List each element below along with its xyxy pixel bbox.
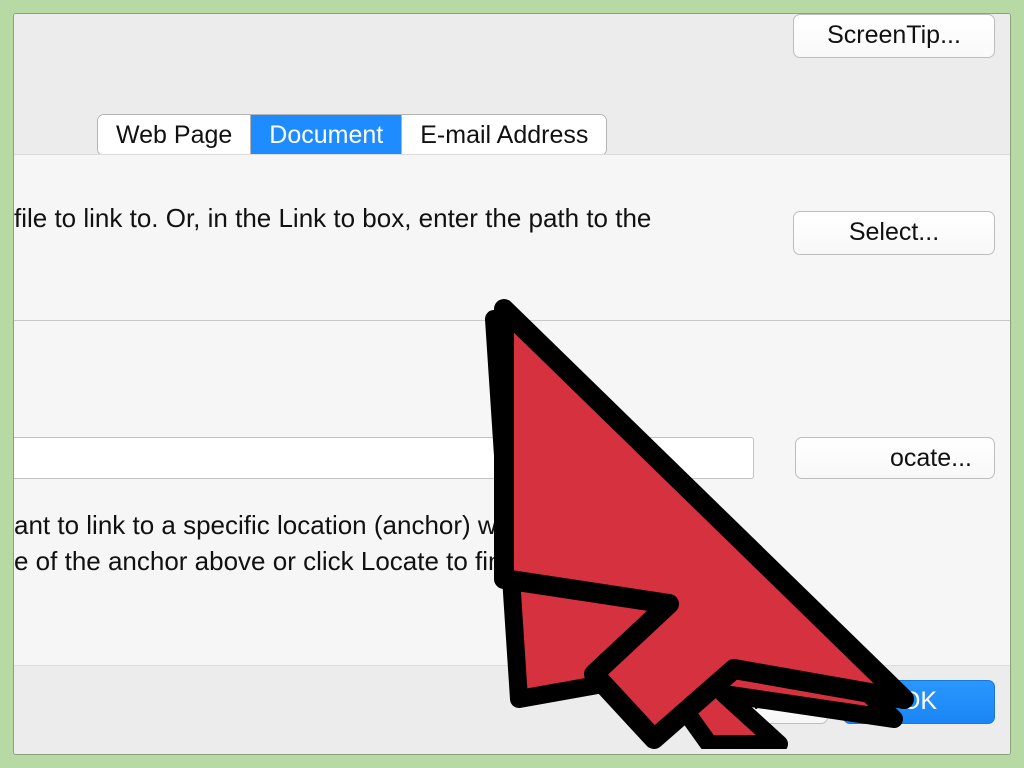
dialog-window: ScreenTip... Web Page Document E-mail Ad… — [14, 14, 1010, 754]
tab-web-page[interactable]: Web Page — [98, 115, 251, 155]
link-to-input[interactable] — [14, 437, 754, 479]
locate-anchor-button[interactable]: ocate... — [795, 437, 995, 479]
tab-email-address[interactable]: E-mail Address — [402, 115, 606, 155]
dialog-body-panel: file to link to. Or, in the Link to box,… — [14, 154, 1010, 666]
section-divider — [14, 320, 1010, 321]
tab-label: E-mail Address — [420, 121, 588, 150]
link-to-instruction-text: file to link to. Or, in the Link to box,… — [14, 203, 651, 234]
cancel-button[interactable]: Cancel — [676, 680, 828, 724]
page-framing-border: ScreenTip... Web Page Document E-mail Ad… — [0, 0, 1024, 768]
dialog-top-area: ScreenTip... Web Page Document E-mail Ad… — [14, 14, 1010, 154]
ok-button[interactable]: OK — [843, 680, 995, 724]
tab-document[interactable]: Document — [251, 115, 402, 155]
tab-label: Web Page — [116, 121, 232, 150]
anchor-instruction-text: ant to link to a specific location (anch… — [14, 507, 510, 579]
anchor-instruction-line2: e of the anchor above or click Locate to… — [14, 546, 503, 576]
select-file-button[interactable]: Select... — [793, 211, 995, 255]
panel-inner: file to link to. Or, in the Link to box,… — [14, 155, 1010, 665]
dialog-footer: Cancel OK — [14, 666, 1010, 754]
screentip-button[interactable]: ScreenTip... — [793, 14, 995, 58]
anchor-instruction-line1: ant to link to a specific location (anch… — [14, 510, 510, 540]
link-type-tabs: Web Page Document E-mail Address — [97, 114, 607, 156]
tab-label: Document — [269, 121, 383, 150]
